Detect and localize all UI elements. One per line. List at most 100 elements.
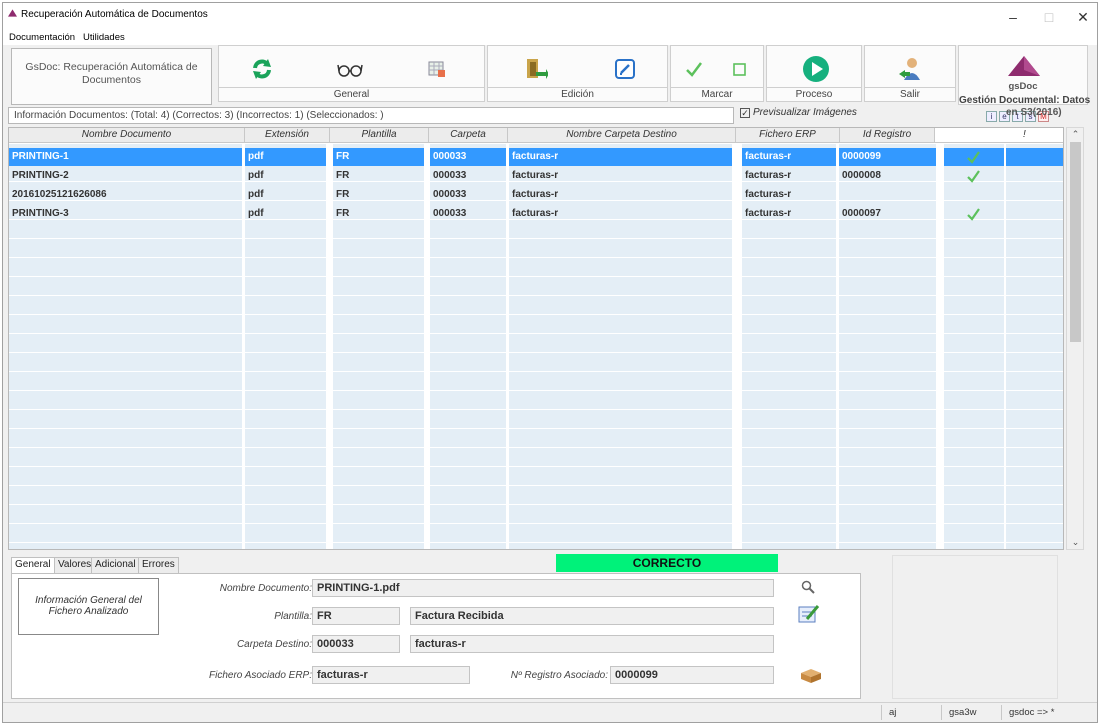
status-separator	[1001, 705, 1002, 720]
spreadsheet-icon[interactable]	[424, 56, 450, 82]
table-cell-status[interactable]	[1006, 186, 1063, 204]
table-cell-destino[interactable]: facturas-r	[509, 205, 732, 223]
table-row[interactable]: PRINTING-1 pdf FR 000033 facturas-r facturas-…	[9, 148, 1063, 166]
table-cell-destino[interactable]: facturas-r	[509, 148, 732, 166]
tab-errores[interactable]: Errores	[138, 557, 179, 573]
empty-checkbox-icon[interactable]	[727, 56, 753, 82]
col-header-plantilla[interactable]: Plantilla	[330, 128, 429, 143]
col-header-extension[interactable]: Extensión	[245, 128, 330, 143]
field-plantilla-code[interactable]: FR	[312, 607, 400, 625]
col-header-carpeta[interactable]: Carpeta	[429, 128, 508, 143]
toolbar-group-salir: Salir	[864, 45, 956, 102]
table-cell-carpeta[interactable]: 000033	[430, 205, 506, 223]
table-cell-ext[interactable]: pdf	[245, 186, 326, 204]
table-cell-id[interactable]	[839, 186, 936, 204]
table-vertical-scrollbar[interactable]: ⌃ ⌄	[1066, 127, 1084, 550]
table-cell-id[interactable]: 0000097	[839, 205, 936, 223]
magnifier-icon[interactable]	[801, 580, 815, 594]
table-cell-destino[interactable]: facturas-r	[509, 186, 732, 204]
col-header-erp[interactable]: Fichero ERP	[736, 128, 840, 143]
table-cell-plantilla[interactable]: FR	[333, 186, 424, 204]
package-icon[interactable]	[799, 668, 823, 684]
check-mark-icon[interactable]	[681, 56, 707, 82]
play-icon[interactable]	[801, 54, 831, 84]
table-cell-erp[interactable]: facturas-r	[742, 186, 836, 204]
table-cell-erp[interactable]: facturas-r	[742, 205, 836, 223]
refresh-icon[interactable]	[249, 56, 275, 82]
label-registro: Nº Registro Asociado:	[510, 670, 608, 681]
tab-general[interactable]: General	[11, 557, 55, 574]
table-cell-plantilla[interactable]: FR	[333, 148, 424, 166]
status-server: gsa3w	[949, 707, 977, 718]
field-fichero-erp[interactable]: facturas-r	[312, 666, 470, 684]
edit-icon[interactable]	[612, 56, 638, 82]
preview-images-option[interactable]: ✓ Previsualizar Imágenes	[740, 107, 857, 118]
scroll-down-arrow-icon[interactable]: ⌄	[1070, 537, 1081, 547]
col-header-destino[interactable]: Nombre Carpeta Destino	[508, 128, 736, 143]
group-label-general: General	[219, 87, 484, 101]
label-carpeta-destino: Carpeta Destino:	[236, 639, 312, 650]
table-cell-id[interactable]: 0000008	[839, 167, 936, 185]
table-cell-carpeta[interactable]: 000033	[430, 186, 506, 204]
col-header-status[interactable]: !	[935, 128, 1063, 143]
table-cell-status[interactable]	[1006, 205, 1063, 223]
field-carpeta-code[interactable]: 000033	[312, 635, 400, 653]
toolbar-group-edicion: Edición	[487, 45, 668, 102]
field-nombre-documento[interactable]: PRINTING-1.pdf	[312, 579, 774, 597]
menu-documentacion[interactable]: Documentación	[9, 32, 75, 43]
info-icon[interactable]: i	[986, 111, 997, 122]
close-button[interactable]: ✕	[1065, 5, 1097, 29]
col-header-nombre[interactable]: Nombre Documento	[9, 128, 245, 143]
scroll-up-arrow-icon[interactable]: ⌃	[1070, 129, 1081, 139]
table-cell-carpeta[interactable]: 000033	[430, 167, 506, 185]
table-cell-plantilla[interactable]: FR	[333, 167, 424, 185]
field-plantilla-name[interactable]: Factura Recibida	[410, 607, 774, 625]
status-bar: aj gsa3w gsdoc => *	[3, 702, 1097, 722]
maximize-button[interactable]: □	[1031, 5, 1067, 29]
table-row[interactable]: PRINTING-3 pdf FR 000033 facturas-r facturas-…	[9, 205, 1063, 223]
user-exit-icon[interactable]	[897, 56, 923, 82]
gsdoc-logo-box: gsDoc Gestión Documental: Datos	[958, 45, 1090, 106]
toolbar-group-proceso: Proceso	[766, 45, 862, 102]
table-cell-nombre[interactable]: PRINTING-3	[9, 205, 242, 223]
scroll-thumb[interactable]	[1070, 142, 1081, 342]
table-row[interactable]: PRINTING-2 pdf FR 000033 facturas-r facturas-…	[9, 167, 1063, 185]
row-ok-check-icon	[967, 151, 980, 164]
table-cell-erp[interactable]: facturas-r	[742, 167, 836, 185]
table-cell-plantilla[interactable]: FR	[333, 205, 424, 223]
table-cell-carpeta[interactable]: 000033	[430, 148, 506, 166]
table-cell-status[interactable]	[944, 186, 1004, 204]
edit-template-icon[interactable]	[797, 603, 821, 625]
table-cell-destino[interactable]: facturas-r	[509, 167, 732, 185]
minimize-button[interactable]: –	[995, 5, 1031, 29]
label-fichero-erp: Fichero Asociado ERP:	[208, 670, 312, 681]
table-cell-nombre[interactable]: PRINTING-1	[9, 148, 242, 166]
menu-utilidades[interactable]: Utilidades	[83, 32, 125, 43]
table-cell-status[interactable]	[1006, 167, 1063, 185]
table-cell-nombre[interactable]: PRINTING-2	[9, 167, 242, 185]
group-label-edicion: Edición	[488, 87, 667, 101]
app-title-box: GsDoc: Recuperación Automática de Docume…	[11, 48, 212, 105]
table-row[interactable]: 20161025121626086 pdf FR 000033 facturas-r fa…	[9, 186, 1063, 204]
menu-bar: Documentación Utilidades	[3, 31, 1097, 45]
table-cell-erp[interactable]: facturas-r	[742, 148, 836, 166]
table-cell-id[interactable]: 0000099	[839, 148, 936, 166]
table-cell-nombre[interactable]: 20161025121626086	[9, 186, 242, 204]
table-cell-ext[interactable]: pdf	[245, 205, 326, 223]
field-registro[interactable]: 0000099	[610, 666, 774, 684]
brand-name: gsDoc	[1008, 81, 1038, 92]
glasses-icon[interactable]	[337, 56, 363, 82]
table-cell-ext[interactable]: pdf	[245, 167, 326, 185]
toolbar-group-marcar: Marcar	[670, 45, 764, 102]
table-cell-status[interactable]	[1006, 148, 1063, 166]
preview-checkbox[interactable]: ✓	[740, 108, 750, 118]
tab-valores[interactable]: Valores	[54, 557, 96, 573]
field-carpeta-name[interactable]: facturas-r	[410, 635, 774, 653]
col-header-id[interactable]: Id Registro	[840, 128, 935, 143]
exit-door-icon[interactable]	[522, 56, 548, 82]
status-banner: CORRECTO	[556, 554, 778, 572]
tab-adicional[interactable]: Adicional	[91, 557, 140, 573]
table-cell-ext[interactable]: pdf	[245, 148, 326, 166]
group-label-marcar: Marcar	[671, 87, 763, 101]
row-ok-check-icon	[967, 208, 980, 221]
